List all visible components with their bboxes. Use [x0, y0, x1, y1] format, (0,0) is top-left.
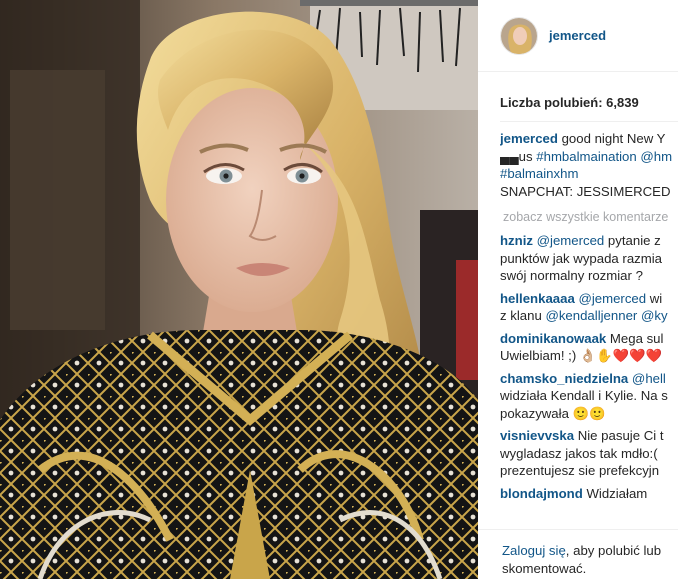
comment-text: widziała Kendall i Kylie. Na s	[500, 388, 668, 403]
comment-mention[interactable]: @hell	[628, 371, 666, 386]
post-sidebar: jemerced Liczba polubień: 6,839 jemerced…	[478, 0, 678, 579]
comment-text: swój normalny rozmiar ?	[500, 268, 643, 283]
comment-mention[interactable]: @ky	[637, 308, 668, 323]
post-header: jemerced	[478, 0, 678, 72]
post-author-username[interactable]: jemerced	[549, 28, 606, 43]
comment-username[interactable]: visnievvska	[500, 428, 574, 443]
comment-text: z klanu	[500, 308, 546, 323]
caption-hashtag[interactable]: #hmbalmaination	[536, 149, 636, 164]
view-all-comments-link[interactable]: zobacz wszystkie komentarze	[500, 206, 678, 228]
avatar[interactable]	[500, 16, 538, 55]
caption-emoji: ▄▄us	[500, 148, 537, 164]
likes-count: Liczba polubień: 6,839	[500, 95, 639, 110]
login-link[interactable]: Zaloguj się	[502, 543, 566, 558]
comment-username[interactable]: hzniz	[500, 233, 533, 248]
login-prompt: Zaloguj się, aby polubić lub skomentować…	[502, 542, 678, 578]
comment-text: Nie pasuje Ci t	[574, 428, 664, 443]
comment-username[interactable]: blondajmond	[500, 486, 583, 501]
comment-item: visnievvska Nie pasuje Ci t wygladasz ja…	[500, 427, 678, 480]
comment-text: punktów jak wypada razmia	[500, 250, 662, 266]
comment-text: wygladasz jakos tak mdło:(	[500, 445, 658, 461]
caption-text: good night New Y	[561, 131, 666, 146]
caption: jemerced good night New Y ▄▄us #hmbalmai…	[500, 130, 678, 200]
comment-text: pytanie z	[604, 233, 661, 248]
comment-mention[interactable]: @kendalljenner	[545, 308, 637, 323]
caption-hashtag[interactable]: #balmainxhm	[500, 166, 578, 181]
caption-username[interactable]: jemerced	[500, 131, 558, 146]
caption-mention[interactable]: @hm	[637, 149, 672, 164]
comment-username[interactable]: hellenkaaaa	[500, 291, 575, 306]
comment-text: wi	[646, 290, 663, 306]
comment-mention[interactable]: @jemerced	[537, 233, 605, 248]
comment-text: Mega sul	[606, 330, 664, 346]
comment-text: Uwielbiam! ;) 👌🏼✋❤️❤️❤️	[500, 348, 662, 363]
comment-username[interactable]: chamsko_niedzielna	[500, 371, 628, 386]
comment-item: hzniz @jemerced pytanie z punktów jak wy…	[500, 232, 678, 285]
caption-text: SNAPCHAT: JESSIMERCED	[500, 183, 671, 199]
post-photo[interactable]	[0, 0, 478, 579]
likes-divider	[500, 121, 678, 122]
login-prompt-text: , aby polubić lub	[565, 543, 662, 558]
comments-list: jemerced good night New Y ▄▄us #hmbalmai…	[500, 130, 678, 502]
comment-text: prezentujesz sie prefekcyjn	[500, 463, 660, 478]
comment-username[interactable]: dominikanowaak	[500, 331, 606, 346]
comment-text: pokazywała 🙂🙂	[500, 405, 606, 421]
comment-item: dominikanowaak Mega sul Uwielbiam! ;) 👌🏼…	[500, 330, 678, 365]
comment-item: chamsko_niedzielna @hell widziała Kendal…	[500, 370, 678, 423]
comment-mention[interactable]: @jemerced	[578, 291, 646, 306]
post-footer: Zaloguj się, aby polubić lub skomentować…	[478, 529, 678, 579]
comment-item: hellenkaaaa @jemerced wi z klanu @kendal…	[500, 290, 678, 325]
login-prompt-text: skomentować.	[502, 561, 587, 576]
comment-item: blondajmond Widziałam	[500, 485, 678, 503]
selfie-image	[0, 0, 478, 579]
comment-text: Widziałam	[582, 485, 648, 501]
